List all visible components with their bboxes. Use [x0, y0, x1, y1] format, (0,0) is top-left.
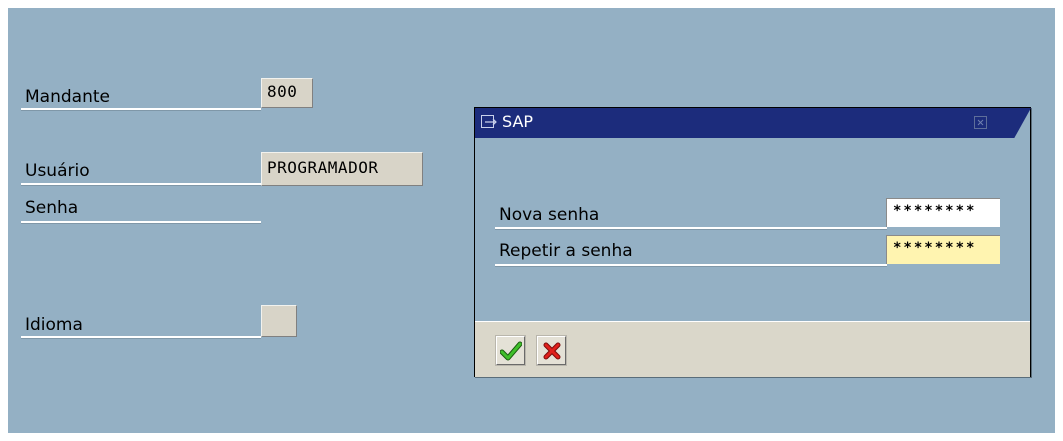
- new-password-underline: [495, 227, 887, 230]
- dialog-button-bar: [475, 321, 1030, 377]
- repeat-password-label: Repetir a senha: [499, 241, 633, 261]
- repeat-password-underline: [495, 264, 887, 267]
- window-icon: [481, 115, 497, 128]
- language-label: Idioma: [25, 315, 83, 335]
- red-x-icon: [543, 342, 561, 360]
- user-label: Usuário: [25, 161, 90, 181]
- user-underline: [21, 183, 261, 186]
- new-password-field[interactable]: ********: [886, 198, 1000, 227]
- language-underline: [21, 336, 261, 339]
- dialog-title: SAP: [502, 112, 534, 131]
- client-underline: [21, 108, 261, 111]
- client-label: Mandante: [25, 87, 110, 107]
- repeat-password-field[interactable]: ********: [886, 235, 1000, 264]
- user-field[interactable]: PROGRAMADOR: [261, 152, 423, 186]
- client-field[interactable]: 800: [261, 78, 313, 108]
- confirm-button[interactable]: [495, 335, 526, 366]
- password-underline: [21, 221, 261, 224]
- green-checkmark-icon: [500, 341, 522, 361]
- change-password-dialog: SAP Nova senha ******** Repetir a senha …: [474, 107, 1031, 377]
- new-password-label: Nova senha: [499, 205, 600, 225]
- cancel-button[interactable]: [536, 335, 567, 366]
- password-label: Senha: [25, 198, 79, 218]
- dialog-title-bar[interactable]: SAP: [475, 108, 1031, 138]
- language-field[interactable]: [261, 305, 297, 337]
- close-icon[interactable]: [974, 116, 987, 129]
